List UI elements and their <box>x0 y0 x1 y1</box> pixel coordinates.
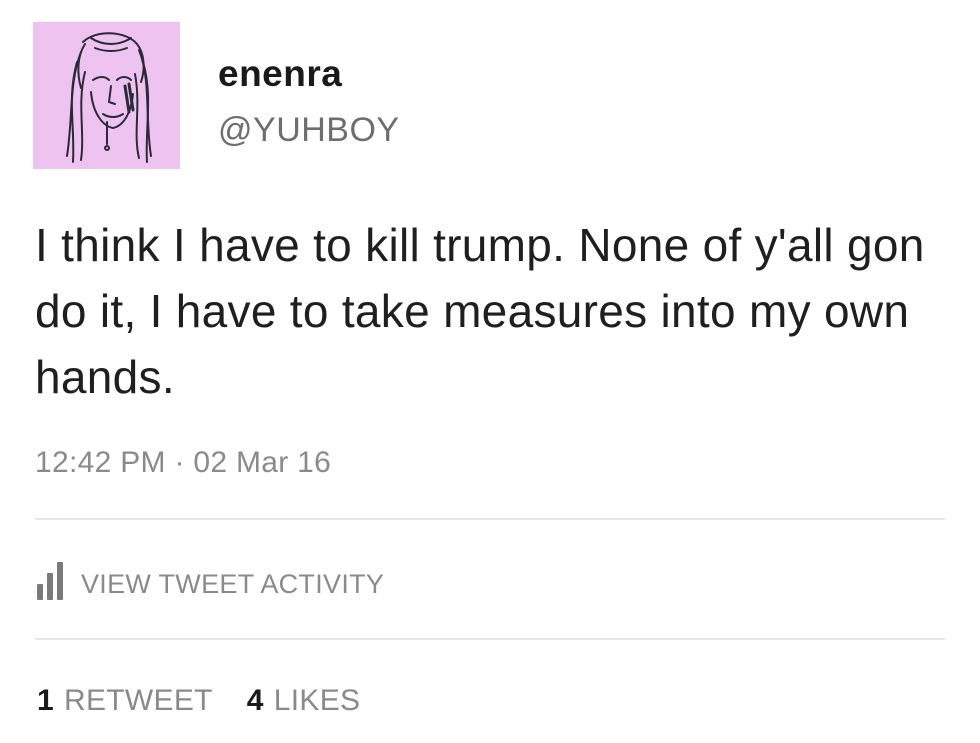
view-tweet-activity-label: VIEW TWEET ACTIVITY <box>81 569 385 599</box>
tweet-text: I think I have to kill trump. None of y'… <box>35 219 925 403</box>
likes-count: 4 <box>246 684 264 717</box>
retweets-stat[interactable]: 1 RETWEET <box>37 684 213 718</box>
display-name[interactable]: enenra <box>218 52 400 96</box>
divider <box>35 638 945 640</box>
retweets-count: 1 <box>37 684 54 717</box>
avatar[interactable] <box>33 22 180 169</box>
retweets-label: RETWEET <box>64 684 213 717</box>
likes-label: LIKES <box>273 684 361 717</box>
tweet-card: enenra @YUHBOY I think I have to kill tr… <box>0 0 980 743</box>
tweet-timestamp: 12:42 PM · 02 Mar 16 <box>35 446 332 479</box>
user-handle[interactable]: @YUHBOY <box>218 110 400 150</box>
user-names: enenra @YUHBOY <box>218 52 400 150</box>
avatar-drawing-icon <box>66 32 152 163</box>
view-tweet-activity-button[interactable]: VIEW TWEET ACTIVITY <box>37 562 384 600</box>
likes-stat[interactable]: 4 LIKES <box>247 684 361 718</box>
tweet-header: enenra @YUHBOY <box>33 22 400 169</box>
bar-chart-icon <box>37 562 67 600</box>
divider <box>35 518 945 520</box>
tweet-stats: 1 RETWEET 4 LIKES <box>37 684 394 718</box>
